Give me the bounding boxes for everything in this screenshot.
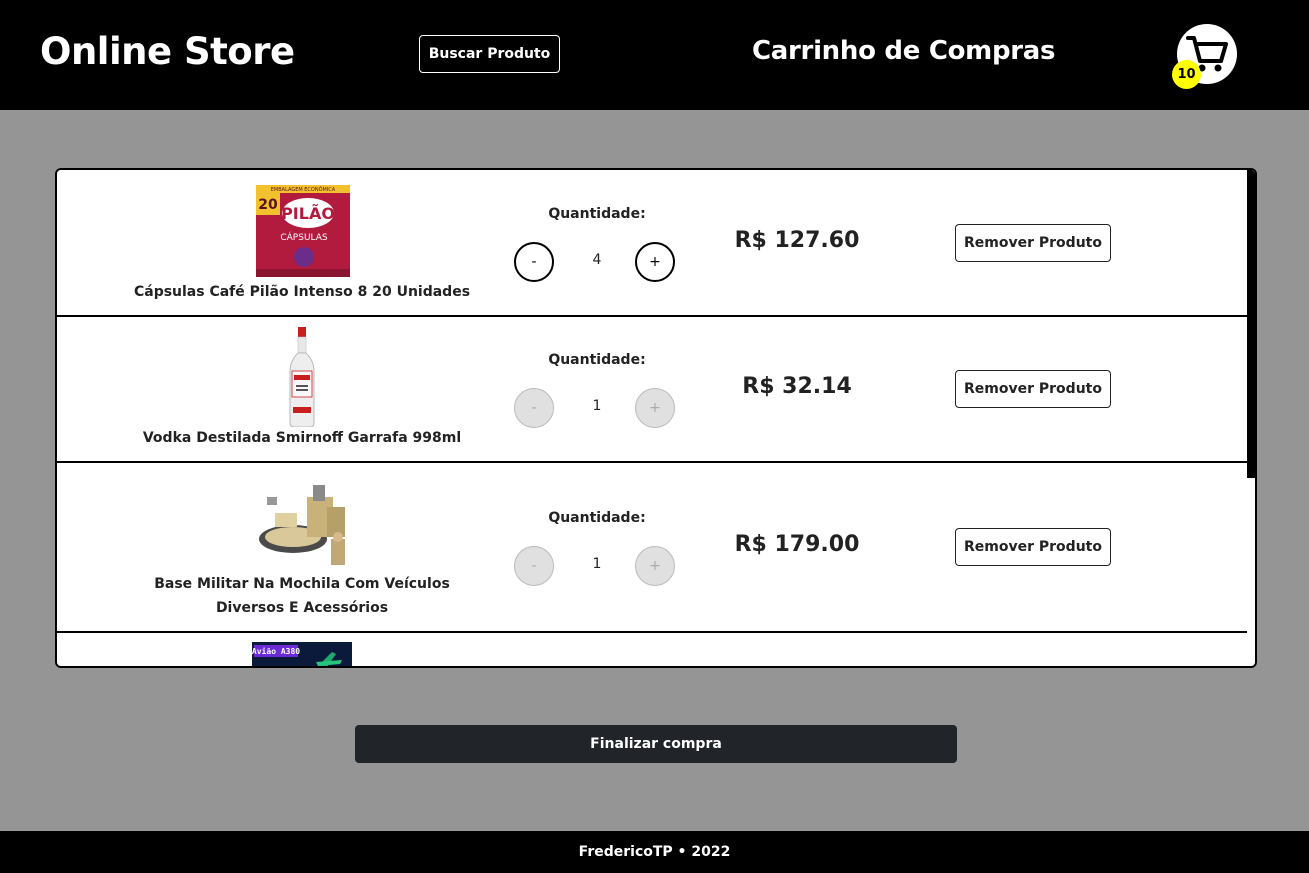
increase-quantity-button[interactable]: +: [635, 242, 675, 282]
decrease-quantity-button[interactable]: -: [514, 546, 554, 586]
scrollbar-thumb[interactable]: [1247, 170, 1255, 478]
cart-item: EMBALAGEM ECONÔMICA 20 PILÃO CÁPSULAS Cá…: [57, 170, 1249, 317]
quantity-label: Quantidade:: [548, 206, 646, 222]
product-image: EMBALAGEM ECONÔMICA 20 PILÃO CÁPSULAS: [256, 185, 350, 277]
package-top-text: EMBALAGEM ECONÔMICA: [271, 186, 336, 193]
product-price: R$ 32.14: [742, 374, 852, 399]
cart-item: Avião A380: [57, 633, 1249, 666]
package-brand-text: PILÃO: [281, 204, 335, 223]
logo[interactable]: Online Store: [40, 30, 295, 73]
footer: FredericoTP • 2022: [0, 831, 1309, 873]
cart-count-badge: 10: [1172, 60, 1201, 89]
checkout-button[interactable]: Finalizar compra: [355, 725, 957, 763]
remove-product-button[interactable]: Remover Produto: [955, 528, 1111, 566]
product-name: Vodka Destilada Smirnoff Garrafa 998ml: [142, 430, 462, 446]
product-image: Avião A380: [252, 642, 352, 666]
cart-item: Vodka Destilada Smirnoff Garrafa 998ml Q…: [57, 317, 1249, 463]
package-caps-text: CÁPSULAS: [280, 231, 328, 243]
increase-quantity-button[interactable]: +: [635, 546, 675, 586]
quantity-value: 1: [592, 556, 602, 572]
quantity-value: 1: [592, 398, 602, 414]
cart-list[interactable]: EMBALAGEM ECONÔMICA 20 PILÃO CÁPSULAS Cá…: [55, 168, 1257, 668]
remove-product-button[interactable]: Remover Produto: [955, 370, 1111, 408]
cart-item: Base Militar Na Mochila Com Veículos Div…: [57, 463, 1249, 633]
increase-quantity-button[interactable]: +: [635, 388, 675, 428]
product-price: R$ 179.00: [734, 532, 860, 557]
page-title: Carrinho de Compras: [752, 36, 1056, 66]
quantity-label: Quantidade:: [548, 510, 646, 526]
search-product-button[interactable]: Buscar Produto: [419, 35, 560, 73]
quantity-value: 4: [592, 252, 602, 268]
remove-product-button[interactable]: Remover Produto: [955, 224, 1111, 262]
product-image: [257, 477, 351, 569]
product-name: Cápsulas Café Pilão Intenso 8 20 Unidade…: [133, 284, 471, 300]
decrease-quantity-button[interactable]: -: [514, 242, 554, 282]
quantity-label: Quantidade:: [548, 352, 646, 368]
scrollbar[interactable]: [1247, 170, 1255, 666]
header: Online Store Buscar Produto Carrinho de …: [0, 0, 1309, 110]
image-caption: Avião A380: [252, 646, 300, 656]
product-image: [287, 327, 317, 428]
product-price: R$ 127.60: [734, 228, 860, 253]
package-count-text: 20: [258, 197, 278, 213]
decrease-quantity-button[interactable]: -: [514, 388, 554, 428]
product-name: Base Militar Na Mochila Com Veículos Div…: [154, 576, 450, 616]
